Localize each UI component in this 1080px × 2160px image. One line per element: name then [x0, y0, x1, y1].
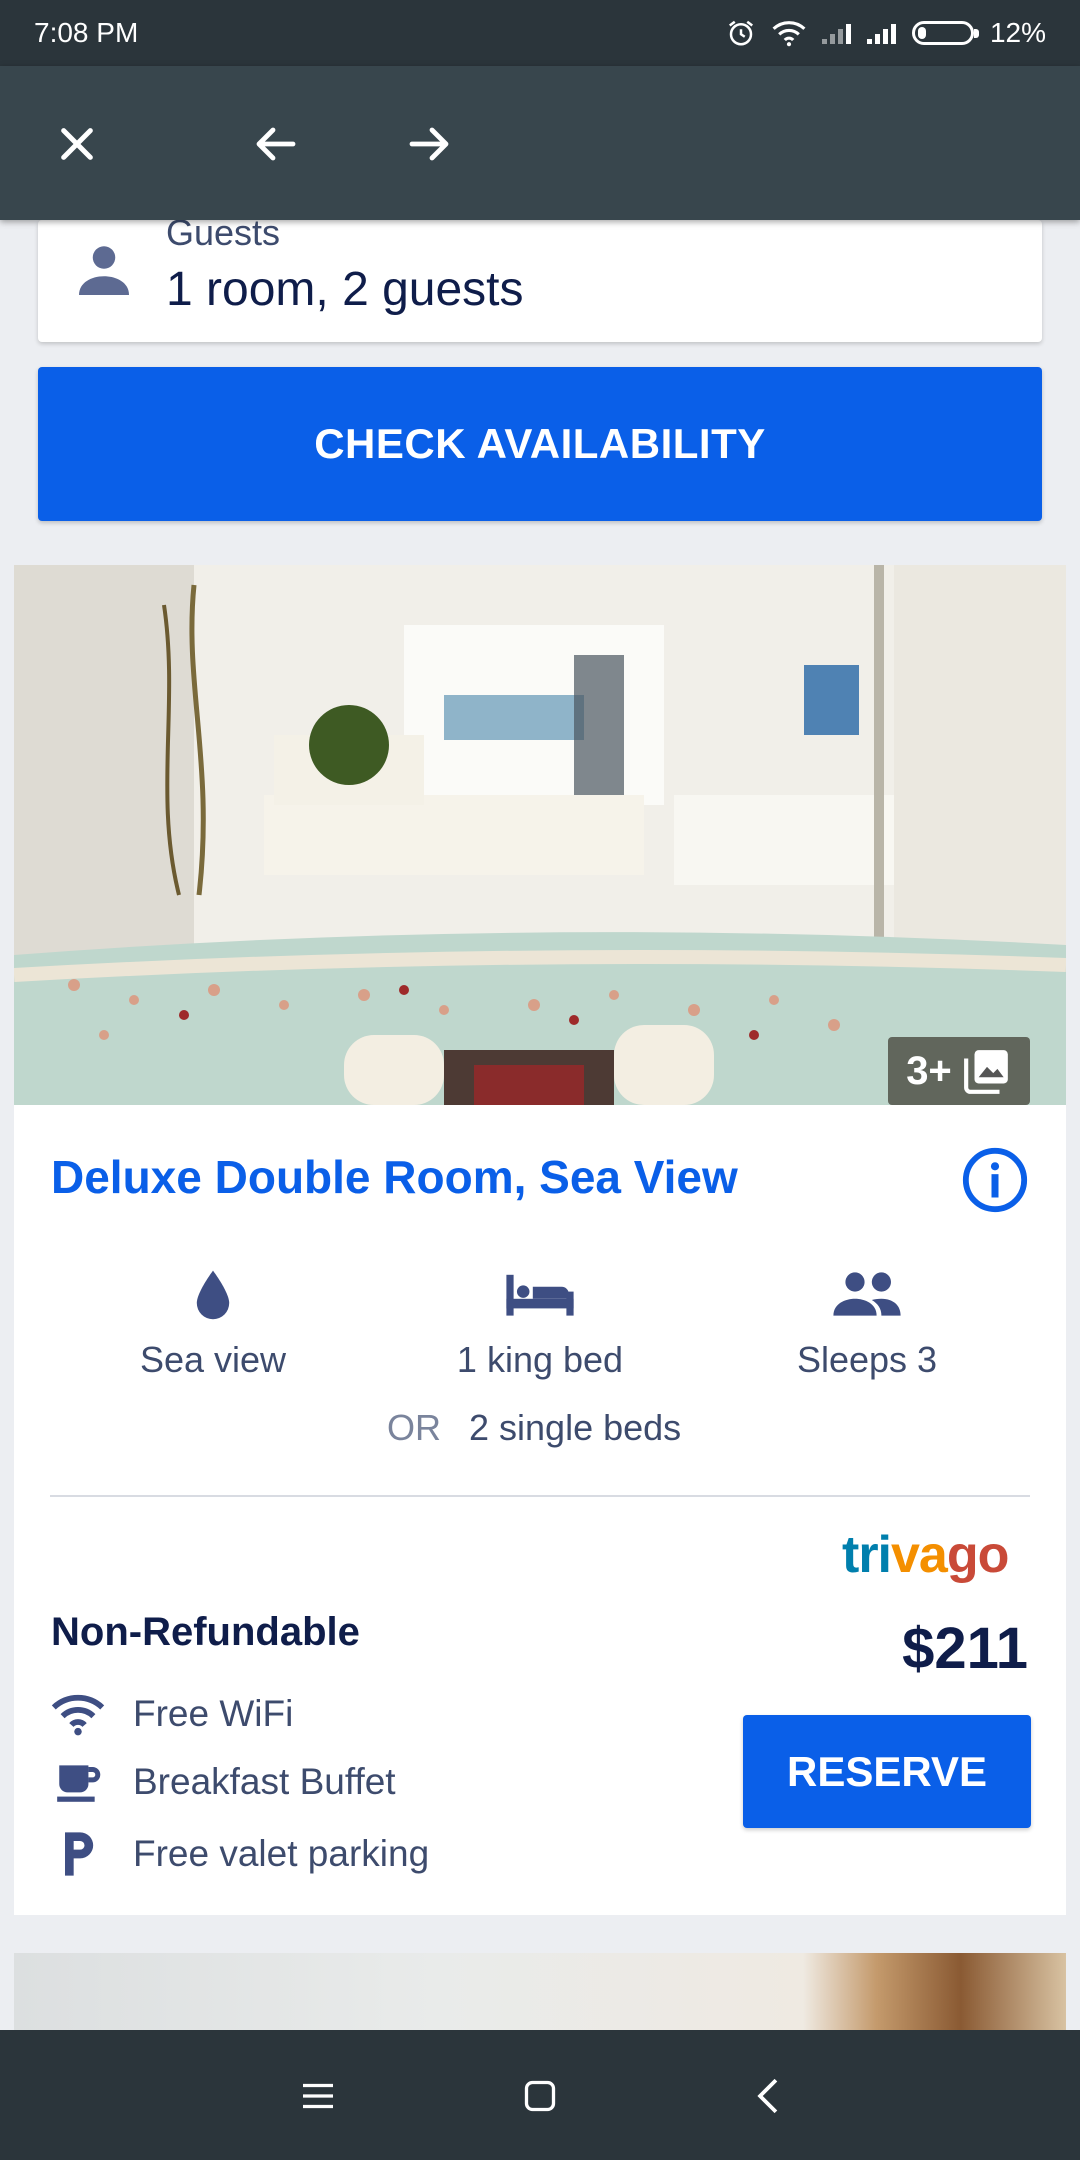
info-button[interactable]: [960, 1145, 1030, 1215]
person-icon: [79, 246, 129, 295]
room-photo[interactable]: 3+: [14, 565, 1066, 1105]
browser-toolbar: [0, 66, 1080, 220]
close-icon: [61, 128, 93, 160]
feature-label: Free valet parking: [133, 1833, 430, 1874]
feature-wifi: Free WiFi: [51, 1687, 293, 1741]
photo-count: 3+: [906, 1048, 952, 1093]
close-button[interactable]: [47, 114, 107, 174]
signal-icon-2: [866, 22, 896, 44]
home-button[interactable]: [510, 2066, 570, 2126]
amenity-sleeps: Sleeps 3: [717, 1265, 1017, 1381]
forward-button[interactable]: [400, 114, 460, 174]
guests-value: 1 room, 2 guests: [166, 263, 524, 316]
next-room-photo[interactable]: [14, 1953, 1066, 2030]
system-navigation-bar: [0, 2030, 1080, 2160]
menu-icon: [303, 2083, 333, 2109]
alt-bed-option: OR 2 single beds: [387, 1407, 681, 1449]
battery-percent: 12%: [989, 17, 1046, 48]
photo-library-icon: [963, 1050, 1008, 1094]
back-nav-button[interactable]: [738, 2066, 798, 2126]
battery-icon: [911, 21, 979, 45]
arrow-right-icon: [409, 127, 449, 161]
bed-icon: [506, 1274, 574, 1316]
divider: [50, 1495, 1030, 1497]
feature-label: Breakfast Buffet: [133, 1761, 396, 1802]
alarm-icon: [728, 20, 753, 46]
wifi-icon: [51, 1694, 105, 1736]
water-drop-icon: [196, 1270, 230, 1320]
room-price: $211: [902, 1616, 1028, 1681]
back-button[interactable]: [245, 114, 305, 174]
amenity-label: 1 king bed: [456, 1339, 624, 1380]
home-square-icon: [524, 2080, 556, 2112]
check-availability-button[interactable]: CHECK AVAILABILITY: [38, 367, 1042, 521]
status-bar: 7:08 PM 12%: [0, 0, 1080, 66]
arrow-left-icon: [256, 127, 296, 161]
feature-parking: Free valet parking: [51, 1827, 429, 1881]
feature-breakfast: Breakfast Buffet: [51, 1755, 396, 1809]
reserve-button[interactable]: RESERVE: [743, 1715, 1031, 1828]
amenity-label: Sea view: [139, 1339, 287, 1380]
coffee-cup-icon: [57, 1765, 101, 1802]
parking-icon: [65, 1832, 94, 1876]
amenity-label: Sleeps 3: [796, 1339, 938, 1380]
wifi-status-icon: [772, 21, 806, 47]
amenity-bed: 1 king bed: [390, 1265, 690, 1381]
trivago-logo: trivago: [842, 1526, 1009, 1584]
status-icons: 12%: [726, 17, 1046, 49]
room-photo-illustration: [14, 565, 1066, 1105]
guests-field[interactable]: Guests 1 room, 2 guests: [38, 212, 1042, 342]
feature-label: Free WiFi: [133, 1693, 294, 1734]
room-card: 3+ Deluxe Double Room, Sea View Sea view…: [14, 565, 1066, 1915]
status-time: 7:08 PM: [34, 17, 139, 48]
chevron-left-icon: [757, 2078, 778, 2114]
cancellation-policy: Non-Refundable: [51, 1610, 360, 1654]
people-icon: [833, 1272, 901, 1316]
menu-button[interactable]: [288, 2066, 348, 2126]
alt-bed-label: 2 single beds: [469, 1407, 682, 1448]
signal-icon-1: [821, 22, 851, 44]
or-label: OR: [387, 1407, 441, 1448]
photo-count-badge[interactable]: 3+: [888, 1037, 1030, 1105]
room-title[interactable]: Deluxe Double Room, Sea View: [51, 1150, 738, 1204]
info-icon: [962, 1147, 1028, 1213]
amenity-sea-view: Sea view: [63, 1265, 363, 1381]
